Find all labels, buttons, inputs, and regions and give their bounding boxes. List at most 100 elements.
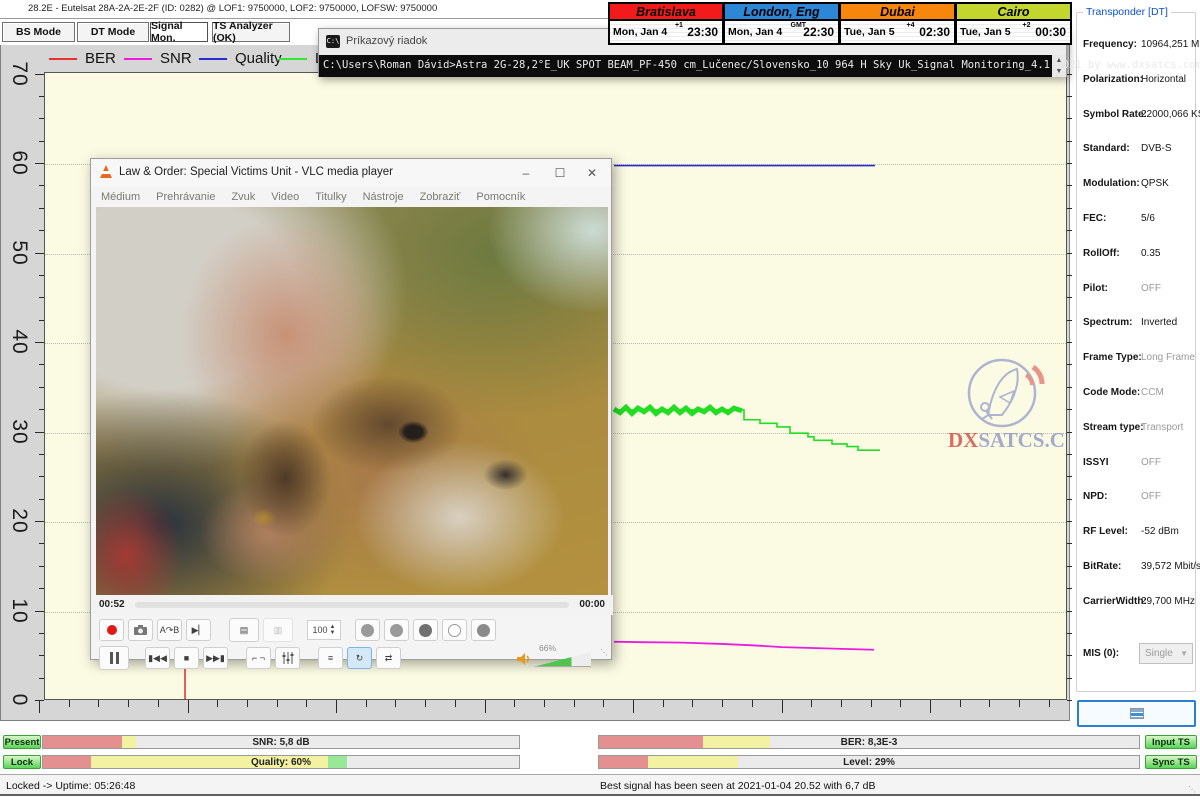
field-label: RF Level: <box>1083 526 1128 537</box>
pause-button[interactable] <box>99 646 129 670</box>
field-label: Pilot: <box>1083 283 1108 294</box>
clock-bratislava: BratislavaMon, Jan 4+123:30 <box>608 2 724 45</box>
clock-utc-offset: +1 <box>675 22 683 29</box>
field-label: Modulation: <box>1083 178 1140 189</box>
marker-circle-2[interactable] <box>384 619 409 641</box>
scroll-down-icon[interactable]: ▼ <box>1052 66 1066 77</box>
field-label: ISSYI <box>1083 457 1109 468</box>
previous-button[interactable]: ▮◀◀ <box>145 647 170 669</box>
transponder-row-carrierwidth-: CarrierWidth:29,700 MHz <box>1083 596 1191 610</box>
volume-control[interactable]: 66% <box>517 649 605 669</box>
vlc-menu-zobraziť[interactable]: Zobraziť <box>420 191 461 203</box>
ab-loop-button[interactable]: A↷B <box>157 619 182 641</box>
close-button[interactable]: ✕ <box>577 163 607 183</box>
marker-circle-5[interactable] <box>471 619 496 641</box>
mis-dropdown[interactable]: Single ▼ <box>1139 643 1193 664</box>
clock-date: Tue, Jan 5 <box>844 26 895 38</box>
field-value: Transport <box>1141 422 1183 433</box>
extended-list-button[interactable]: ▥ <box>263 618 293 642</box>
app-title: 28.2E - Eutelsat 28A-2A-2E-2F (ID: 0282)… <box>28 3 437 14</box>
transponder-row-npd-: NPD:OFF <box>1083 491 1191 505</box>
vlc-resize-grip[interactable]: ⋱ <box>600 648 609 657</box>
spinner-arrows-icon[interactable]: ▲▼ <box>330 624 336 636</box>
playback-speed-spinner[interactable]: 100 ▲▼ <box>307 620 341 640</box>
transponder-row-rolloff-: RollOff:0.35 <box>1083 248 1191 262</box>
mis-label: MIS (0): <box>1083 648 1119 659</box>
seek-bar[interactable] <box>135 602 569 608</box>
legend-line-icon <box>279 58 307 60</box>
loop-button[interactable]: ↻ <box>347 647 372 669</box>
fullscreen-button[interactable]: ⌐ ¬ <box>246 647 271 669</box>
vlc-advanced-controls: A↷B ▶▏ ▤ ▥ 100 ▲▼ <box>99 617 605 643</box>
field-label: BitRate: <box>1083 561 1121 572</box>
snr-text: SNR: 5,8 dB <box>43 737 519 748</box>
vlc-menu-prehrávanie[interactable]: Prehrávanie <box>156 191 215 203</box>
ber-progress-bar: BER: 8,3E-3 <box>598 735 1140 749</box>
command-prompt-scrollbar[interactable]: ▲ ▼ <box>1052 55 1066 77</box>
clock-date: Tue, Jan 5 <box>960 26 1011 38</box>
frame-by-frame-button[interactable]: ▶▏ <box>186 619 211 641</box>
clock-london-eng: London, EngMon, Jan 4GMT22:30 <box>724 2 840 45</box>
transponder-sidebar: Transponder [DT] Frequency:10964,251 MHz… <box>1072 0 1200 735</box>
marker-circle-4[interactable] <box>442 619 467 641</box>
sidebar-action-button[interactable] <box>1077 700 1196 727</box>
stop-button[interactable]: ■ <box>174 647 199 669</box>
clock-utc-offset: +4 <box>907 22 915 29</box>
marker-circle-3[interactable] <box>413 619 438 641</box>
minimize-button[interactable]: – <box>511 163 541 183</box>
field-value: 39,572 Mbit/s <box>1141 561 1200 572</box>
equalizer-button[interactable] <box>275 647 300 669</box>
y-axis-label: 50 <box>4 238 34 268</box>
record-button[interactable] <box>99 619 124 641</box>
tab-dt-mode[interactable]: DT Mode <box>77 22 149 42</box>
snapshot-button[interactable] <box>128 619 153 641</box>
dxsatcs-watermark-logo: DXSATCS.COM <box>940 357 1066 453</box>
transponder-row-issyi: ISSYIOFF <box>1083 457 1191 471</box>
playlist-button[interactable]: ▤ <box>229 618 259 642</box>
marker-circle-1[interactable] <box>355 619 380 641</box>
vlc-title: Law & Order: Special Victims Unit - VLC … <box>119 166 393 178</box>
field-label: NPD: <box>1083 491 1107 502</box>
present-indicator: Present <box>3 735 41 749</box>
field-label: Spectrum: <box>1083 317 1132 328</box>
scroll-up-icon[interactable]: ▲ <box>1052 55 1066 66</box>
snr-progress-bar: SNR: 5,8 dB <box>42 735 520 749</box>
command-prompt-content[interactable]: C:\Users\Roman Dávid>Astra 2G-28,2°E_UK … <box>319 55 1054 77</box>
window-resize-grip[interactable]: ⋱ <box>1188 785 1197 794</box>
vlc-menu-titulky[interactable]: Titulky <box>315 191 346 203</box>
transponder-row-code-mode-: Code Mode:CCM <box>1083 387 1191 401</box>
vlc-menu-médium[interactable]: Médium <box>101 191 140 203</box>
clock-city: London, Eng <box>725 4 838 21</box>
vlc-menu-zvuk[interactable]: Zvuk <box>231 191 255 203</box>
y-axis-label: 20 <box>4 506 34 536</box>
vlc-window[interactable]: Law & Order: Special Victims Unit - VLC … <box>90 158 612 660</box>
field-value: -52 dBm <box>1141 526 1179 537</box>
vlc-titlebar[interactable]: Law & Order: Special Victims Unit - VLC … <box>91 159 611 186</box>
legend-line-icon <box>124 58 152 60</box>
field-value: Long Frame <box>1141 352 1195 363</box>
shuffle-button[interactable]: ⇄ <box>376 647 401 669</box>
tab-bs-mode[interactable]: BS Mode <box>2 22 75 42</box>
legend-label: Quality <box>235 50 282 67</box>
field-value: Horizontal <box>1141 74 1186 85</box>
extended-settings-button[interactable]: ≡ <box>318 647 343 669</box>
y-axis-label: 70 <box>4 59 34 89</box>
vlc-menu-nástroje[interactable]: Nástroje <box>363 191 404 203</box>
app-window: 28.2E - Eutelsat 28A-2A-2E-2F (ID: 0282)… <box>0 0 1200 800</box>
vlc-video-frame[interactable] <box>96 207 608 595</box>
field-value: OFF <box>1141 283 1161 294</box>
command-prompt-title: Príkazový riadok <box>346 35 427 47</box>
tab-signal-mon-[interactable]: Signal Mon. <box>150 22 208 42</box>
field-value: Inverted <box>1141 317 1177 328</box>
clock-utc-offset: +2 <box>1023 22 1031 29</box>
maximize-button[interactable]: ☐ <box>545 163 575 183</box>
next-button[interactable]: ▶▶▮ <box>203 647 228 669</box>
tab-ts-analyzer-ok-[interactable]: TS Analyzer (OK) <box>212 22 290 42</box>
y-axis-label: 0 <box>4 685 34 715</box>
vlc-menu-pomocník[interactable]: Pomocník <box>476 191 525 203</box>
vlc-menu-video[interactable]: Video <box>271 191 299 203</box>
status-strip: Locked -> Uptime: 05:26:48 Best signal h… <box>0 774 1200 796</box>
volume-slider[interactable] <box>533 652 591 667</box>
field-value: 29,700 MHz <box>1141 596 1195 607</box>
legend-label: SNR <box>160 50 192 67</box>
